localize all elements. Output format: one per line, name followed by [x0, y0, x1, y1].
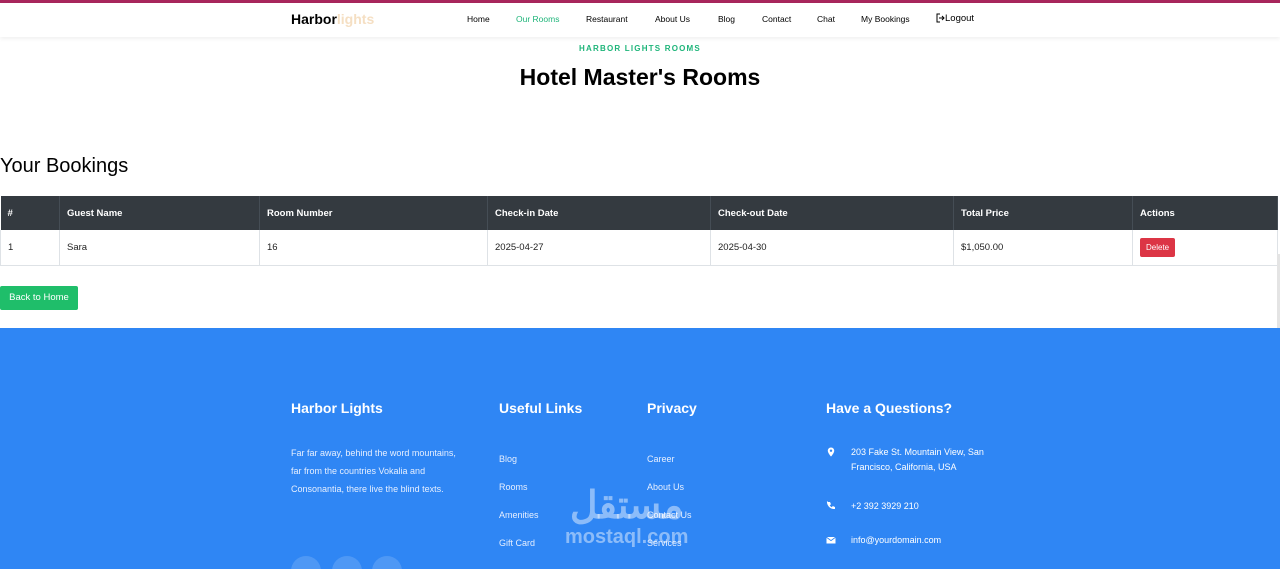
watermark-latin: mostaql.com	[565, 526, 689, 548]
col-guest-name: Guest Name	[59, 196, 260, 230]
footer-useful-title: Useful Links	[499, 400, 583, 416]
footer-link-career[interactable]: Career	[647, 454, 675, 464]
cell-check-out: 2025-04-30	[710, 230, 954, 266]
nav-logout[interactable]: Logout	[935, 13, 974, 24]
nav-my-bookings[interactable]: My Bookings	[861, 14, 910, 24]
nav-restaurant[interactable]: Restaurant	[586, 14, 628, 24]
watermark: مستقل mostaql.com	[565, 486, 688, 548]
footer-link-rooms[interactable]: Rooms	[499, 482, 528, 492]
col-room-number: Room Number	[259, 196, 488, 230]
nav-contact[interactable]: Contact	[762, 14, 791, 24]
instagram-icon[interactable]	[372, 556, 402, 586]
twitter-icon[interactable]	[291, 556, 321, 586]
footer-privacy-title: Privacy	[647, 400, 697, 416]
footer-email[interactable]: info@yourdomain.com	[851, 533, 991, 548]
cell-total-price: $1,050.00	[953, 230, 1133, 266]
facebook-icon[interactable]	[332, 556, 362, 586]
table-row: 1 Sara 16 2025-04-27 2025-04-30 $1,050.0…	[0, 230, 1278, 266]
envelope-icon	[826, 536, 836, 544]
footer-address: 203 Fake St. Mountain View, San Francisc…	[851, 447, 984, 472]
cell-guest-name: Sara	[59, 230, 260, 266]
col-check-in: Check-in Date	[487, 196, 711, 230]
map-marker-icon	[827, 447, 835, 457]
table-header-row: # Guest Name Room Number Check-in Date C…	[0, 196, 1278, 230]
delete-button[interactable]: Delete	[1140, 237, 1176, 257]
footer-about-title: Harbor Lights	[291, 400, 383, 416]
cell-room-number: 16	[259, 230, 488, 266]
brand-light: lights	[336, 11, 375, 27]
navbar: Harborlights Home Our Rooms Restaurant A…	[0, 3, 1280, 37]
footer-link-gift-card[interactable]: Gift Card	[499, 538, 535, 548]
phone-icon	[826, 501, 835, 510]
cell-actions: Delete	[1132, 230, 1278, 266]
footer: Harbor Lights Far far away, behind the w…	[0, 328, 1280, 586]
hero-subtitle: HARBOR LIGHTS ROOMS	[579, 44, 701, 53]
brand-dark: Harbor	[291, 11, 337, 27]
page-title: Hotel Master's Rooms	[519, 64, 761, 90]
brand-logo[interactable]: Harborlights	[291, 11, 374, 27]
cell-number: 1	[0, 230, 60, 266]
footer-phone[interactable]: +2 392 3929 210	[851, 499, 991, 514]
cell-check-in: 2025-04-27	[487, 230, 711, 266]
bookings-title: Your Bookings	[0, 155, 129, 177]
logout-icon	[936, 13, 945, 23]
col-number: #	[0, 196, 60, 230]
col-check-out: Check-out Date	[710, 196, 954, 230]
nav-about-us[interactable]: About Us	[655, 14, 690, 24]
footer-about-text: Far far away, behind the word mountains,…	[291, 448, 456, 494]
nav-our-rooms[interactable]: Our Rooms	[516, 14, 559, 24]
footer-contact-title: Have a Questions?	[826, 400, 953, 416]
footer-link-amenities[interactable]: Amenities	[499, 510, 539, 520]
nav-home[interactable]: Home	[467, 14, 490, 24]
col-actions: Actions	[1132, 196, 1278, 230]
nav-blog[interactable]: Blog	[718, 14, 735, 24]
nav-chat[interactable]: Chat	[817, 14, 835, 24]
bookings-table: # Guest Name Room Number Check-in Date C…	[0, 196, 1278, 266]
watermark-arabic: مستقل	[569, 485, 684, 527]
col-total-price: Total Price	[953, 196, 1133, 230]
footer-link-blog[interactable]: Blog	[499, 454, 517, 464]
logout-label: Logout	[945, 13, 975, 24]
back-to-home-button[interactable]: Back to Home	[0, 286, 78, 310]
